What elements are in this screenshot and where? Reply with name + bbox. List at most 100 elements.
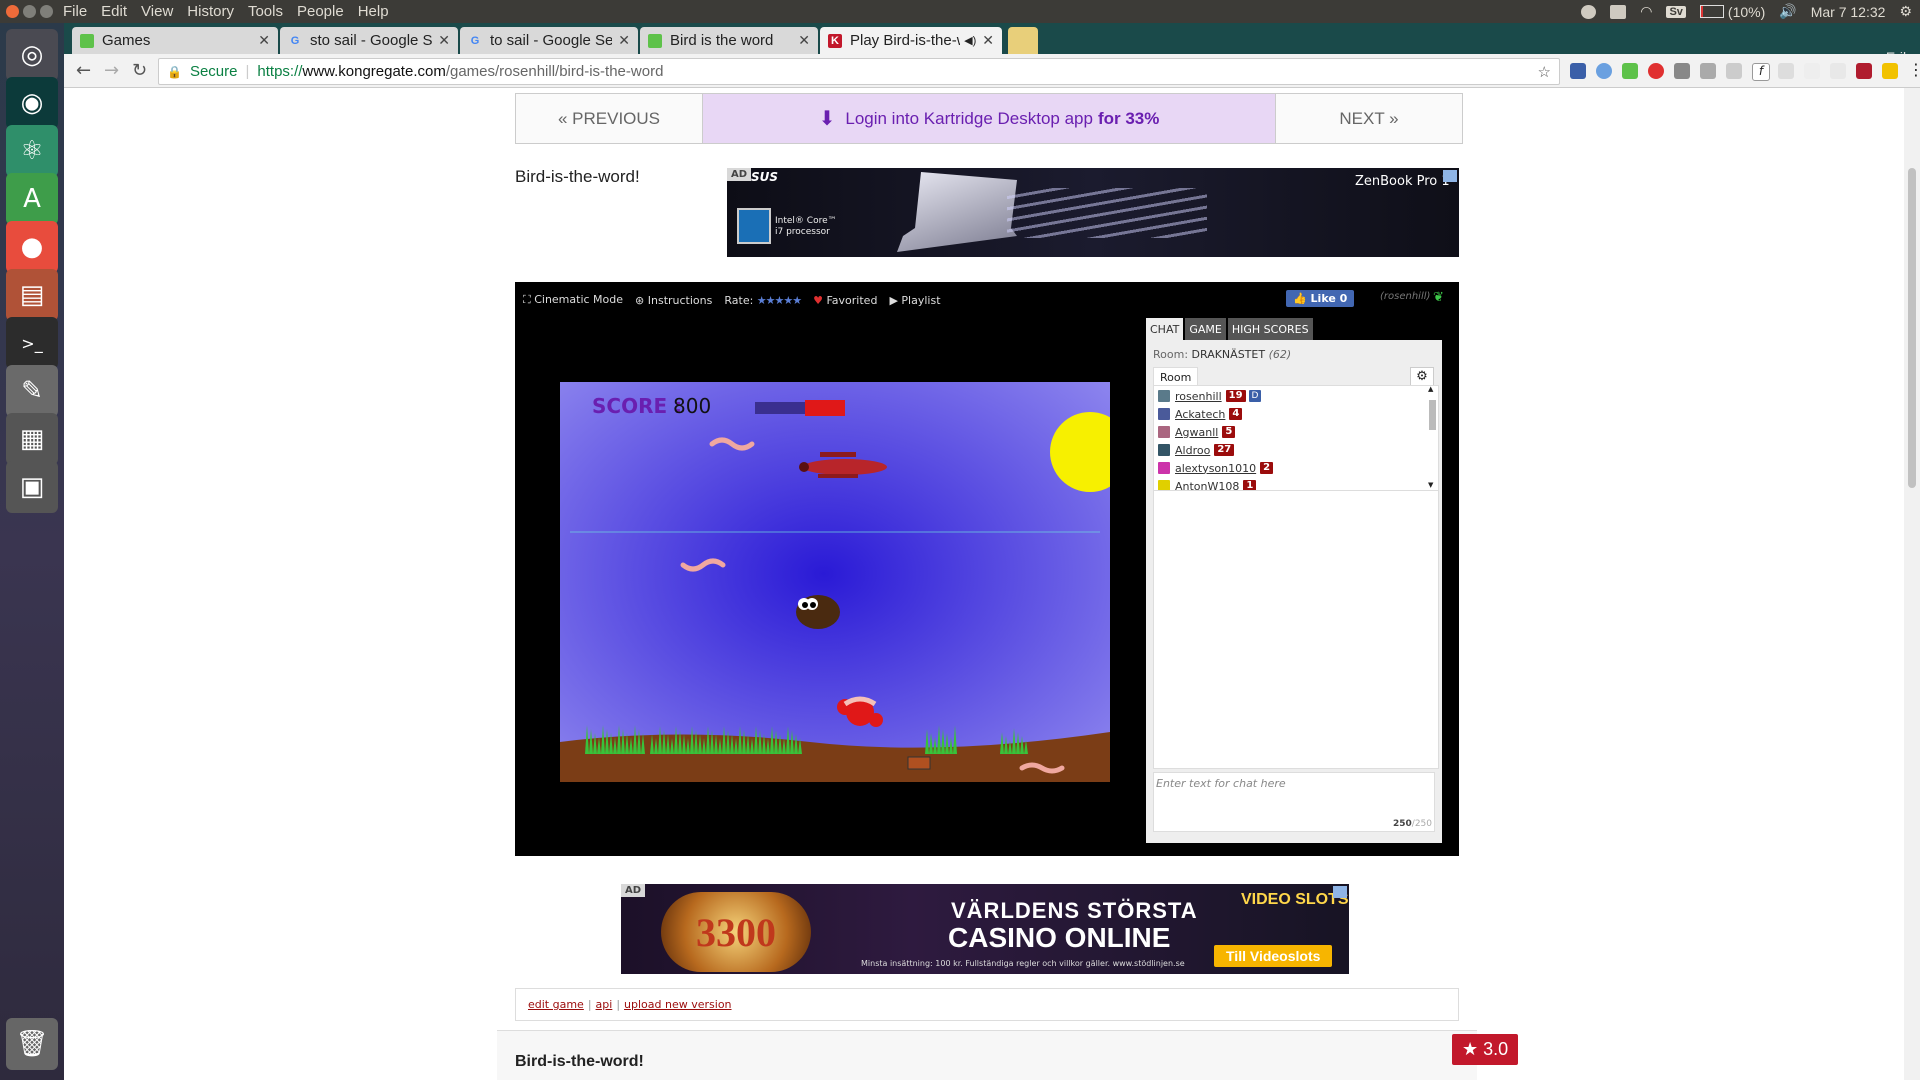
upload-new-version-link[interactable]: upload new version xyxy=(624,998,731,1011)
minimize-window-button[interactable] xyxy=(23,5,36,18)
back-icon[interactable]: ← xyxy=(76,60,91,81)
audio-playing-icon[interactable]: ◀) xyxy=(964,34,976,47)
formula-icon[interactable]: f xyxy=(1752,63,1770,81)
banner-ad-bottom[interactable]: AD 3300 VÄRLDENS STÖRSTA CASINO ONLINE V… xyxy=(621,884,1349,974)
chat-username[interactable]: Aldroo xyxy=(1175,444,1210,457)
previous-game-link[interactable]: « PREVIOUS xyxy=(516,94,702,143)
launcher-calculator-icon[interactable]: ▦ xyxy=(6,413,58,465)
extension-icon[interactable] xyxy=(1830,63,1846,79)
wifi-icon[interactable]: ◠ xyxy=(1640,3,1652,20)
extension-icon[interactable] xyxy=(1570,63,1586,79)
chat-user-row[interactable]: rosenhill 19 D xyxy=(1158,387,1438,405)
chat-username[interactable]: Agwanll xyxy=(1175,426,1218,439)
kartridge-promo-link[interactable]: ⬇ Login into Kartridge Desktop app for 3… xyxy=(702,94,1276,143)
page-scroll-thumb[interactable] xyxy=(1908,168,1916,488)
banner-ad-top[interactable]: AD SUS Intel® Core™ i7 processor ZenBook… xyxy=(727,168,1459,257)
close-tab-icon[interactable]: ✕ xyxy=(258,32,270,49)
menu-kebab-icon[interactable]: ⋮ xyxy=(1908,62,1920,79)
chat-user-row[interactable]: alextyson1010 2 xyxy=(1158,459,1438,477)
close-tab-icon[interactable]: ✕ xyxy=(618,32,630,49)
adblock-icon[interactable] xyxy=(1648,63,1664,79)
facebook-like-button[interactable]: 👍 Like 0 xyxy=(1286,290,1355,307)
menu-view[interactable]: View xyxy=(141,3,173,20)
tab-game[interactable]: GAME xyxy=(1185,318,1226,340)
chat-user-row[interactable]: Agwanll 5 xyxy=(1158,423,1438,441)
bird-player[interactable] xyxy=(796,595,840,629)
maximize-window-button[interactable] xyxy=(40,5,53,18)
scroll-down-icon[interactable]: ▼ xyxy=(1428,481,1433,489)
chat-settings-gear-icon[interactable]: ⚙ xyxy=(1410,367,1434,387)
clock[interactable]: Mar 7 12:32 xyxy=(1811,4,1886,20)
tab-games[interactable]: Games ✕ xyxy=(72,27,278,54)
extension-icon[interactable] xyxy=(1804,63,1820,79)
menu-help[interactable]: Help xyxy=(358,3,389,20)
close-window-button[interactable] xyxy=(6,5,19,18)
menu-file[interactable]: File xyxy=(63,3,87,20)
close-tab-icon[interactable]: ✕ xyxy=(798,32,810,49)
instructions-button[interactable]: ⊛ Instructions xyxy=(635,294,712,307)
tab-sto-sail[interactable]: G sto sail - Google Se ✕ xyxy=(280,27,458,54)
page-scrollbar[interactable] xyxy=(1904,88,1920,1080)
extension-icon[interactable] xyxy=(1622,63,1638,79)
scroll-thumb[interactable] xyxy=(1429,400,1436,430)
launcher-android-studio-icon[interactable]: A xyxy=(6,173,58,225)
adchoices-icon[interactable] xyxy=(1333,886,1347,898)
extension-icon[interactable] xyxy=(1778,63,1794,79)
keyboard-layout-indicator[interactable]: Sv xyxy=(1666,5,1686,18)
tab-to-sail[interactable]: G to sail - Google Sea ✕ xyxy=(460,27,638,54)
favorited-button[interactable]: ♥ Favorited xyxy=(813,294,877,307)
chat-user-row[interactable]: Ackatech 4 xyxy=(1158,405,1438,423)
battery-indicator[interactable]: (10%) xyxy=(1699,4,1765,20)
address-bar[interactable]: 🔒 Secure | https:// www.kongregate.com /… xyxy=(158,58,1560,85)
chat-user-row[interactable]: Aldroo 27 xyxy=(1158,441,1438,459)
launcher-text-editor-icon[interactable]: ✎ xyxy=(6,365,58,417)
menu-history[interactable]: History xyxy=(187,3,234,20)
launcher-ubuntu-icon[interactable]: ◎ xyxy=(6,29,58,81)
printer-icon[interactable] xyxy=(1610,4,1627,19)
adchoices-icon[interactable] xyxy=(1443,170,1457,182)
extension-icon[interactable] xyxy=(1674,63,1690,79)
extension-icon[interactable] xyxy=(1700,63,1716,79)
messaging-icon[interactable] xyxy=(1581,4,1597,19)
close-tab-icon[interactable]: ✕ xyxy=(982,32,994,49)
menu-people[interactable]: People xyxy=(297,3,344,20)
chat-user-row[interactable]: AntonW108 1 xyxy=(1158,477,1438,490)
menu-edit[interactable]: Edit xyxy=(101,3,127,20)
menu-tools[interactable]: Tools xyxy=(248,3,283,20)
reload-icon[interactable]: ↻ xyxy=(132,60,147,81)
cinematic-mode-button[interactable]: ⛶ Cinematic Mode xyxy=(523,293,623,307)
chat-username[interactable]: Ackatech xyxy=(1175,408,1225,421)
volume-icon[interactable]: 🔊 xyxy=(1779,3,1796,20)
tab-high-scores[interactable]: HIGH SCORES xyxy=(1227,318,1313,340)
launcher-atom-icon[interactable]: ⚛ xyxy=(6,125,58,177)
launcher-terminal-icon[interactable]: >_ xyxy=(6,317,58,369)
close-tab-icon[interactable]: ✕ xyxy=(438,32,450,49)
extension-icon[interactable] xyxy=(1726,63,1742,79)
launcher-workspaces-icon[interactable]: ▣ xyxy=(6,461,58,513)
user-list-scrollbar[interactable]: ▲ ▼ xyxy=(1427,386,1437,489)
api-link[interactable]: api xyxy=(596,998,613,1011)
launcher-trash-icon[interactable]: 🗑 xyxy=(6,1018,58,1070)
ad-cta-button[interactable]: Till Videoslots xyxy=(1214,945,1333,967)
tab-chat[interactable]: CHAT xyxy=(1146,318,1184,340)
game-canvas[interactable]: SCORE : 800 xyxy=(560,382,1110,782)
extension-icon[interactable] xyxy=(1882,63,1898,79)
next-game-link[interactable]: NEXT » xyxy=(1276,94,1462,143)
chat-username[interactable]: alextyson1010 xyxy=(1175,462,1256,475)
forward-icon[interactable]: → xyxy=(104,60,119,81)
chat-username[interactable]: rosenhill xyxy=(1175,390,1222,403)
extension-icon[interactable] xyxy=(1856,63,1872,79)
tab-bird-is-the-word[interactable]: Bird is the word ✕ xyxy=(640,27,818,54)
launcher-files-icon[interactable]: ▤ xyxy=(6,269,58,321)
bookmark-star-icon[interactable]: ☆ xyxy=(1538,63,1551,81)
settings-gear-icon[interactable]: ⚙ xyxy=(1899,3,1912,20)
edit-game-link[interactable]: edit game xyxy=(528,998,584,1011)
playlist-button[interactable]: ▶ Playlist xyxy=(889,294,940,307)
extension-icon[interactable] xyxy=(1596,63,1612,79)
rating-stars[interactable]: ★★★★★ xyxy=(757,294,802,307)
tab-play-bird[interactable]: K Play Bird-is-the-w ◀) ✕ xyxy=(820,27,1002,54)
new-tab-button[interactable] xyxy=(1008,27,1038,54)
launcher-chrome-icon[interactable]: ● xyxy=(6,221,58,273)
scroll-up-icon[interactable]: ▲ xyxy=(1428,386,1433,393)
launcher-gitkraken-icon[interactable]: ◉ xyxy=(6,77,58,129)
